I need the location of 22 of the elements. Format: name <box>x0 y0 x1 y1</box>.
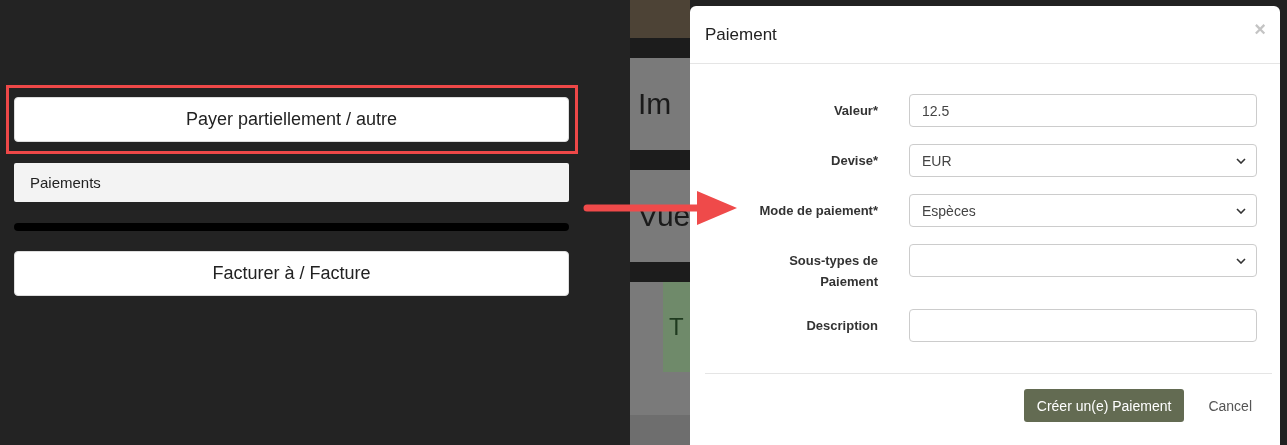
header-bar <box>630 0 690 38</box>
payments-header: Paiements <box>14 163 569 202</box>
field-label: Description <box>805 317 878 335</box>
chevron-down-icon <box>1236 207 1246 214</box>
invoice-button[interactable]: Facturer à / Facture <box>14 251 569 296</box>
select-field[interactable]: EUR <box>909 144 1257 177</box>
create-payment-button[interactable]: Créer un(e) Paiement <box>1023 389 1185 422</box>
chevron-down-icon <box>1236 257 1246 264</box>
dialog-title: Paiement <box>705 24 777 45</box>
page-heading: Im <box>637 87 672 121</box>
input-field[interactable]: 12.5 <box>909 94 1257 127</box>
cancel-button[interactable]: Cancel <box>1208 397 1252 414</box>
field-label: Mode de paiement* <box>758 202 878 220</box>
field-label: Sous-types de Paiement <box>788 252 878 291</box>
select-field[interactable] <box>909 244 1257 277</box>
alert-text: T <box>669 313 684 341</box>
select-field[interactable]: Espèces <box>909 194 1257 227</box>
chevron-down-icon <box>1236 157 1246 164</box>
field-label: Devise* <box>830 152 878 170</box>
input-field[interactable] <box>909 309 1257 342</box>
field-label: Valeur* <box>832 102 878 120</box>
pay-partially-button[interactable]: Payer partiellement / autre <box>14 97 569 142</box>
